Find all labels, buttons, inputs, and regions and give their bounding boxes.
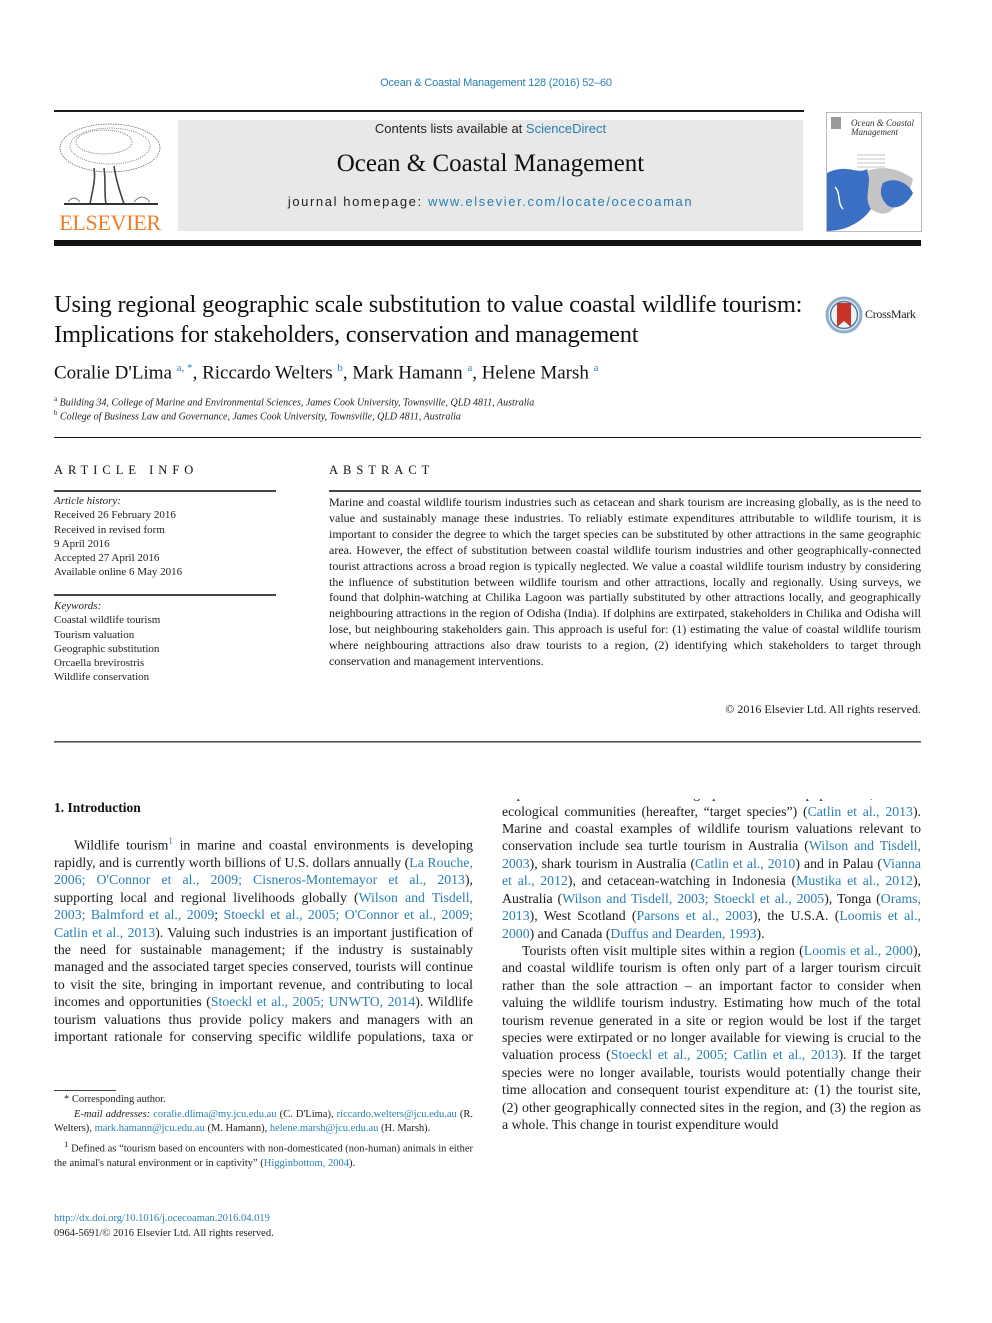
section-heading-introduction: 1. Introduction (54, 800, 141, 815)
citation-link[interactable]: Catlin et al., 2010 (695, 856, 795, 871)
citation-link[interactable]: Stoeckl et al., 2005; Catlin et al., 201… (611, 1047, 839, 1062)
body-column-right: Wildlife tourism1 in marine and coastal … (502, 799, 921, 1189)
article-info-rule (54, 490, 276, 492)
keywords-label: Keywords: (54, 600, 102, 612)
doi-block: http://dx.doi.org/10.1016/j.ocecoaman.20… (54, 1211, 274, 1241)
affiliation-b: b College of Business Law and Governance… (54, 409, 461, 423)
footnote-rule (54, 1090, 116, 1091)
journal-cover-thumbnail[interactable]: Ocean & Coastal Management (826, 112, 922, 232)
abstract-copyright: © 2016 Elsevier Ltd. All rights reserved… (725, 702, 921, 716)
header-rule (54, 110, 804, 112)
author-name[interactable]: Helene Marsh (482, 362, 589, 383)
keywords: Keywords: Coastal wildlife tourism Touri… (54, 599, 276, 685)
keyword: Wildlife conservation (54, 671, 150, 684)
article-title: Using regional geographic scale substitu… (54, 291, 803, 348)
section-rule (54, 437, 921, 438)
footnotes: * Corresponding author. E-mail addresses… (54, 1093, 473, 1171)
history-item: Accepted 27 April 2016 (54, 552, 160, 565)
paragraph: Wildlife tourism1 in marine and coastal … (502, 799, 921, 941)
footnote-ref[interactable]: 1 (168, 836, 173, 846)
article-history: Article history: Received 26 February 20… (54, 494, 276, 580)
keyword: Tourism valuation (54, 628, 135, 641)
body-column-left: Wildlife tourism1 in marine and coastal … (54, 833, 473, 1045)
journal-name: Ocean & Coastal Management (336, 150, 645, 177)
email-link[interactable]: coralie.dlima@my.jcu.edu.au (153, 1109, 276, 1120)
header-thick-rule (54, 240, 921, 246)
homepage-link[interactable]: www.elsevier.com/locate/ocecoaman (428, 194, 693, 209)
history-item: Received in revised form (54, 523, 165, 536)
article-history-label: Article history: (54, 495, 121, 507)
author-name[interactable]: Coralie D'Lima (54, 362, 172, 383)
paragraph-continued: Wildlife tourism1 in marine and coastal … (502, 799, 921, 942)
citation-link[interactable]: Parsons et al., 2003 (637, 908, 753, 923)
issn-copyright: 0964-5691/© 2016 Elsevier Ltd. All right… (54, 1228, 274, 1239)
footnote-1: 1 Defined as “tourism based on encounter… (54, 1138, 473, 1169)
author-affiliation-mark[interactable]: b (337, 362, 343, 374)
email-link[interactable]: helene.marsh@jcu.edu.au (270, 1123, 379, 1134)
crossmark-label: CrossMark (865, 307, 916, 321)
author-list: Coralie D'Lima a, *, Riccardo Welters b,… (54, 362, 599, 384)
abstract-text: Marine and coastal wildlife tourism indu… (329, 495, 921, 669)
elsevier-logo[interactable]: ELSEVIER (54, 118, 166, 234)
history-item: 9 April 2016 (54, 537, 110, 550)
crossmark-icon (825, 296, 863, 334)
keyword: Coastal wildlife tourism (54, 614, 161, 627)
keyword: Geographic substitution (54, 642, 160, 655)
abstract-rule (329, 490, 921, 492)
citation-link[interactable]: Higginbottom, 2004 (264, 1158, 349, 1169)
email-link[interactable]: mark.hamann@jcu.edu.au (95, 1123, 205, 1134)
article-info-heading: ARTICLE INFO (54, 463, 199, 477)
corresponding-author-note: * Corresponding author. (64, 1094, 166, 1105)
affiliation-a: a Building 34, College of Marine and Env… (54, 395, 535, 409)
history-item: Received 26 February 2016 (54, 509, 176, 522)
paragraph: Wildlife tourism1 in marine and coastal … (54, 836, 473, 1045)
paragraph: Tourists often visit multiple sites with… (502, 942, 921, 1132)
author-affiliation-mark[interactable]: a (467, 362, 472, 374)
cover-title: Ocean & Coastal Management (851, 118, 914, 137)
email-addresses: E-mail addresses: coralie.dlima@my.jcu.e… (54, 1108, 474, 1135)
citation-link[interactable]: Catlin et al., 2013 (808, 804, 913, 819)
citation-link[interactable]: La Rouche, 2006; O'Connor et al., 2009; … (54, 855, 473, 887)
citation-link[interactable]: Stoeckl et al., 2005; UNWTO, 2014 (211, 994, 415, 1009)
history-item: Available online 6 May 2016 (54, 566, 183, 579)
journal-masthead: Contents lists available at ScienceDirec… (178, 120, 803, 231)
tree-icon (59, 123, 161, 205)
front-matter-end-rule (54, 741, 921, 743)
citation-link[interactable]: Wilson and Tisdell, 2003; Stoeckl et al.… (562, 891, 824, 906)
author-affiliation-mark[interactable]: a (594, 362, 599, 374)
citation-link[interactable]: Loomis et al., 2000 (804, 943, 913, 958)
citation-link[interactable]: Mustika et al., 2012 (796, 873, 913, 888)
running-head[interactable]: Ocean & Coastal Management 128 (2016) 52… (0, 77, 992, 89)
keyword: Orcaella brevirostris (54, 657, 145, 670)
crossmark-button[interactable]: CrossMark (825, 296, 925, 336)
homepage-line: journal homepage: www.elsevier.com/locat… (287, 194, 694, 209)
keywords-rule (54, 594, 276, 596)
citation-link[interactable]: Duffus and Dearden, 1993 (610, 926, 756, 941)
doi-link[interactable]: http://dx.doi.org/10.1016/j.ocecoaman.20… (54, 1213, 270, 1224)
elsevier-wordmark: ELSEVIER (59, 210, 161, 235)
sciencedirect-link[interactable]: ScienceDirect (526, 121, 606, 136)
abstract-heading: ABSTRACT (329, 463, 435, 477)
author-name[interactable]: Mark Hamann (352, 362, 462, 383)
author-affiliation-mark[interactable]: a, * (177, 362, 193, 374)
author-name[interactable]: Riccardo Welters (202, 362, 333, 383)
email-link[interactable]: riccardo.welters@jcu.edu.au (337, 1109, 457, 1120)
contents-line: Contents lists available at ScienceDirec… (374, 121, 607, 136)
